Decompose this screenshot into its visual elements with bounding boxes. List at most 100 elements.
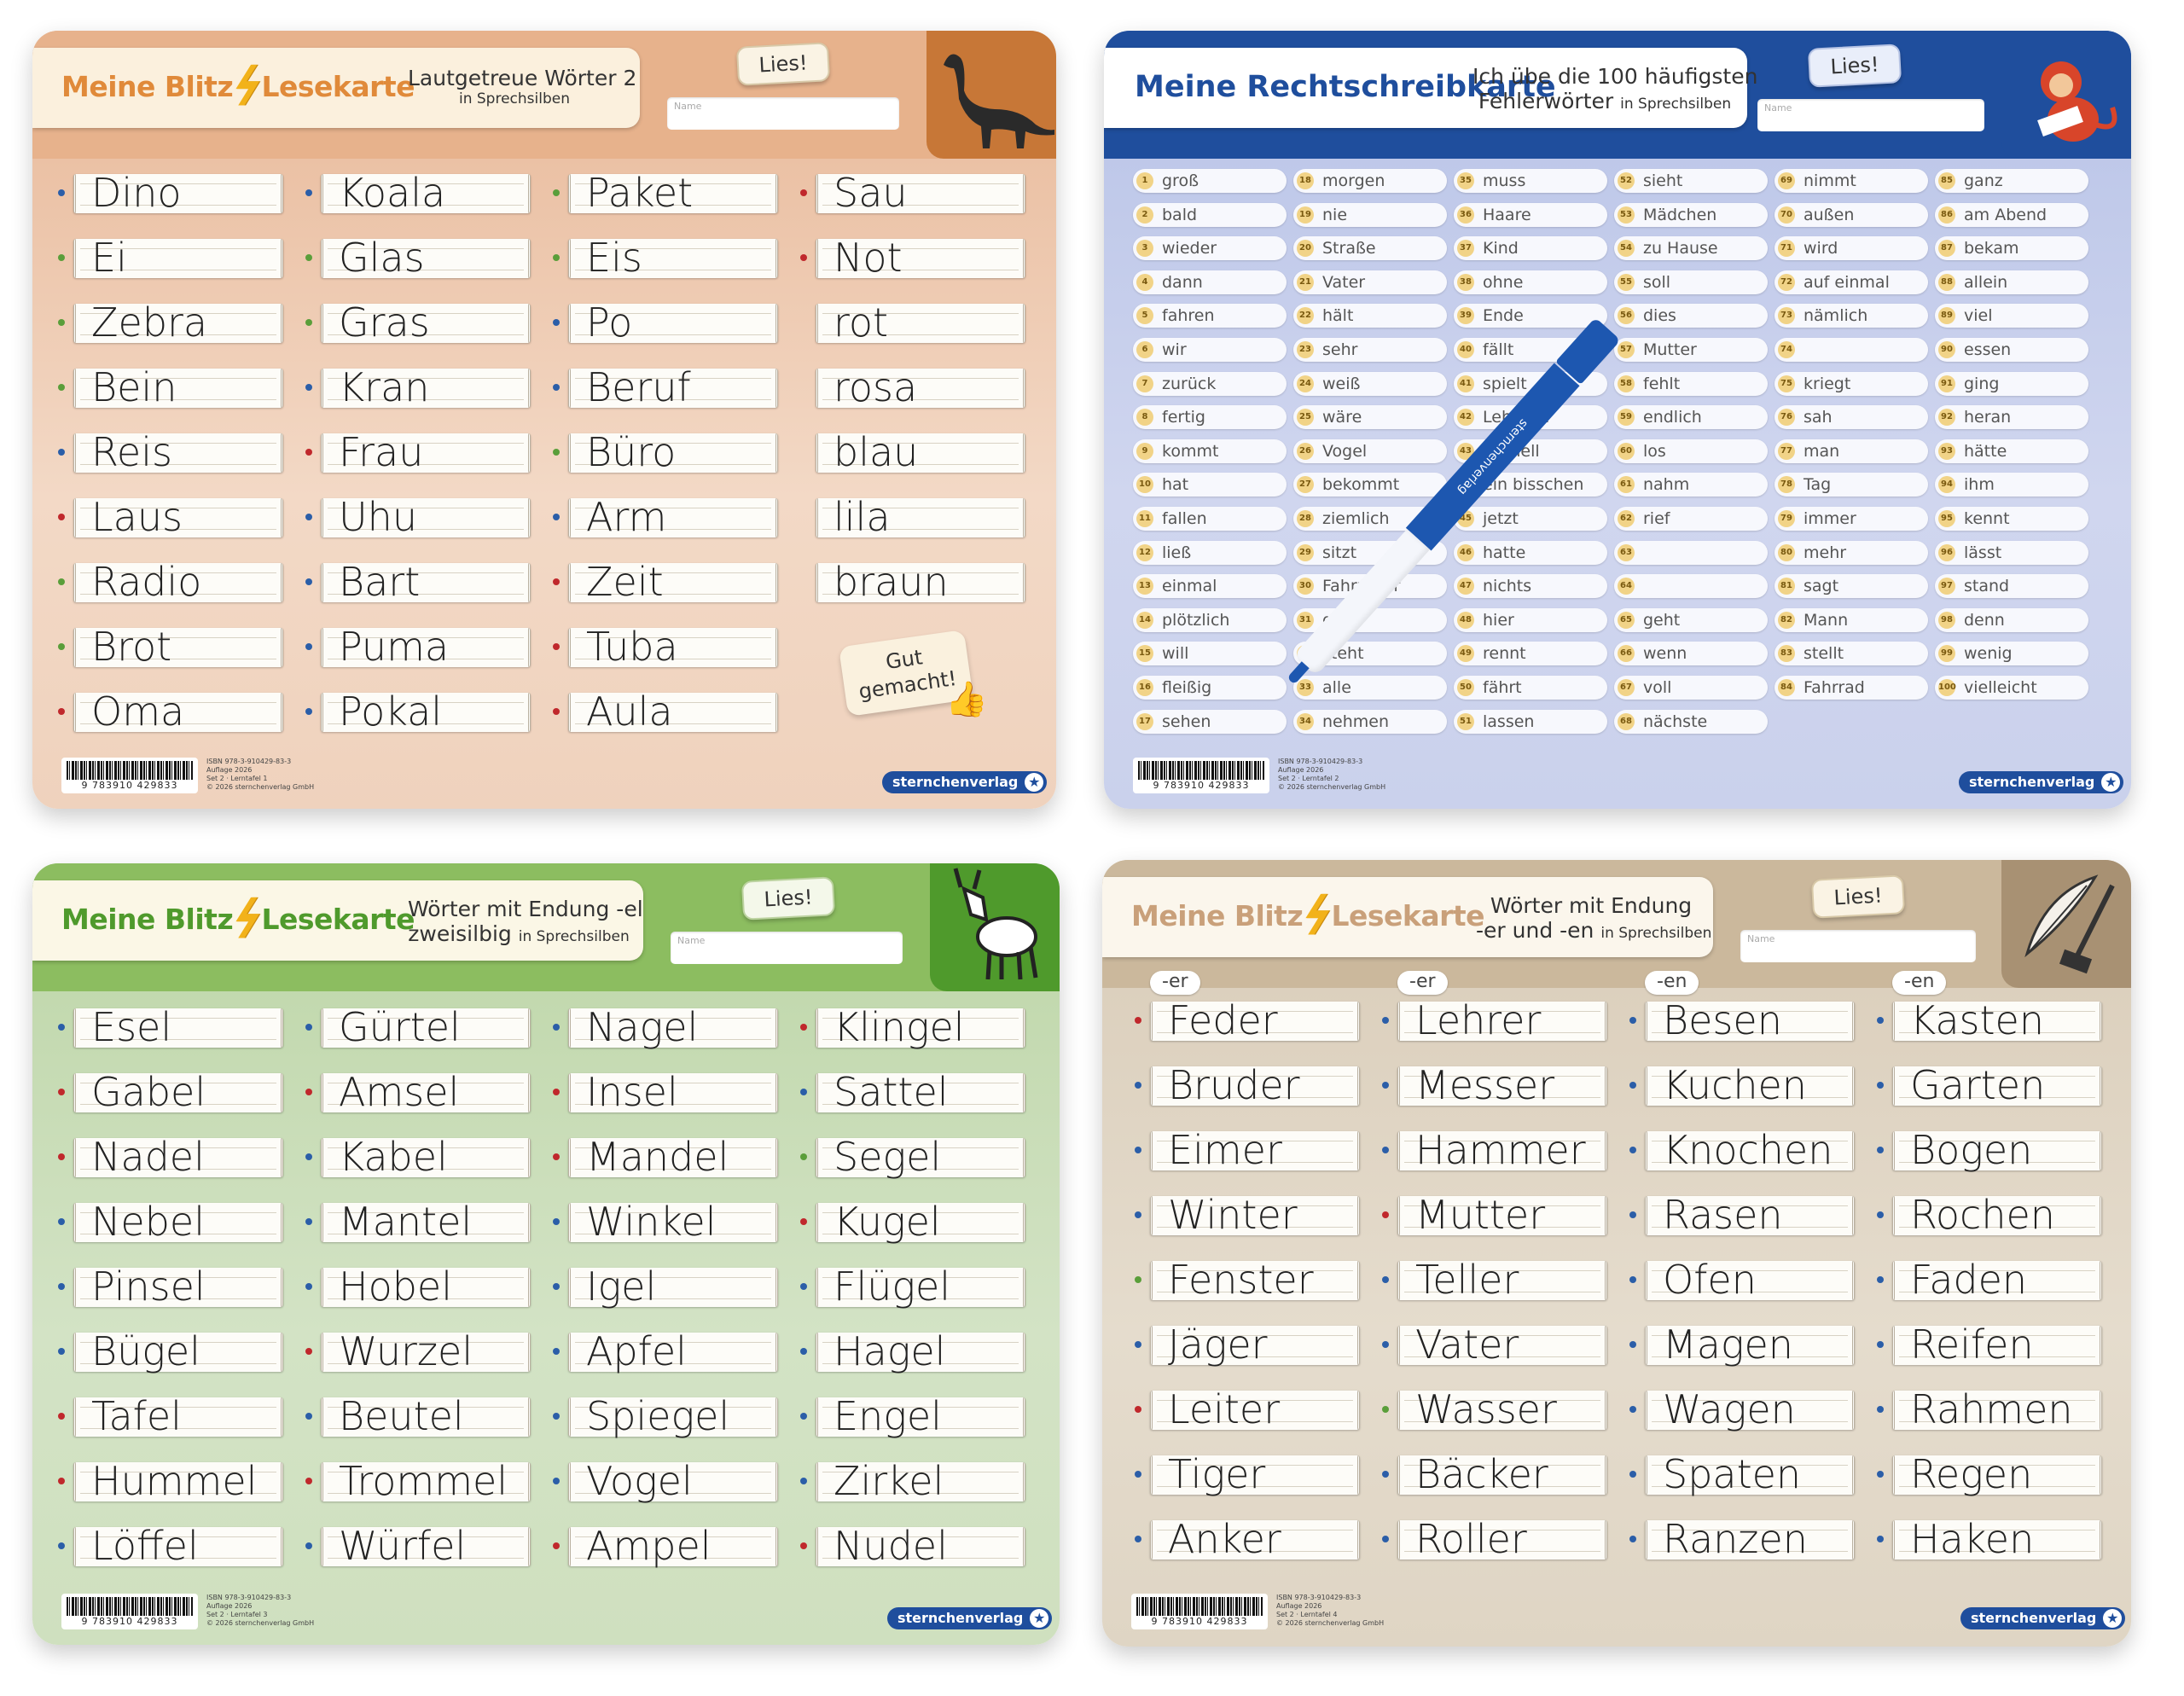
lesekarte-el-card: Meine BlitzϟLesekarte Wörter mit Endung …	[32, 863, 1060, 1645]
rechtschreib-word: 4 dann	[1133, 270, 1287, 294]
rechtschreib-word: 7 zurück	[1133, 371, 1287, 396]
rechtschreib-word: 33 alle	[1293, 676, 1447, 700]
word-strip: Arm	[568, 497, 778, 537]
word-number: 90	[1938, 341, 1955, 358]
rechtschreib-word: 90 essen	[1935, 338, 2088, 362]
isbn-line: © 2026 sternchenverlag GmbH	[206, 1619, 315, 1627]
word-strip: Spiegel	[568, 1397, 778, 1437]
word-number: 56	[1618, 307, 1635, 325]
lies-button[interactable]: Lies!	[735, 42, 831, 86]
word-number: 50	[1457, 679, 1474, 696]
lies-button[interactable]: Lies!	[1807, 44, 1902, 88]
lies-button[interactable]: Lies!	[741, 876, 836, 921]
word-strip: Nadel	[73, 1137, 283, 1177]
word-number: 1	[1136, 172, 1153, 189]
word-number: 87	[1938, 240, 1955, 258]
word-strip: Würfel	[321, 1526, 531, 1566]
rechtschreib-word: 92 heran	[1935, 405, 2088, 430]
word-strip: Besen	[1645, 1001, 1855, 1041]
word-number: 39	[1457, 307, 1474, 325]
word-strip: Dino	[73, 173, 283, 213]
word-strip: Flügel	[816, 1267, 1025, 1307]
word-number: 4	[1136, 273, 1153, 291]
word-number: 89	[1938, 307, 1955, 325]
vowel-dot	[800, 1478, 807, 1484]
word-number: 3	[1136, 240, 1153, 258]
sternchenverlag-logo: sternchenverlag ★	[887, 1607, 1053, 1629]
word-number: 12	[1136, 543, 1153, 561]
sternchenverlag-logo: sternchenverlag ★	[1959, 771, 2124, 793]
brand-title: Meine BlitzϟLesekarte	[61, 887, 415, 951]
rechtschreib-word: 53 Mädchen	[1614, 202, 1768, 227]
rechtschreib-word: 68 nächste	[1614, 709, 1768, 734]
rechtschreib-word: 18 morgen	[1293, 169, 1447, 193]
vowel-dot	[553, 1283, 560, 1290]
rechtschreib-word: 66 wenn	[1614, 642, 1768, 666]
vowel-dot	[1629, 1341, 1636, 1348]
rechtschreib-word: 49 rennt	[1454, 642, 1607, 666]
word-number: 59	[1618, 409, 1635, 427]
word-strip: Reis	[73, 433, 283, 473]
isbn-line: Set 2 · Lerntafel 1	[206, 775, 268, 782]
vowel-dot	[1629, 1147, 1636, 1153]
vowel-dot	[1382, 1471, 1389, 1478]
rechtschreib-word: 26 Vogel	[1293, 439, 1447, 463]
word-strip: Glas	[321, 238, 531, 278]
vowel-dot	[553, 643, 560, 650]
word-strip: Vater	[1397, 1325, 1607, 1365]
word-strip: rot	[816, 303, 1025, 343]
rechtschreib-word: 5 fahren	[1133, 304, 1287, 328]
card-subtitle: Wörter mit Endung -el zweisilbig in Spre…	[408, 897, 643, 946]
rechtschreib-word: 2 bald	[1133, 202, 1287, 227]
word-strip: Hummel	[73, 1461, 283, 1501]
monkey-icon	[2001, 31, 2131, 159]
isbn-line: ISBN 978-3-910429-83-3	[1278, 758, 1363, 765]
vowel-dot	[58, 1153, 65, 1160]
rechtschreib-word: 88 allein	[1935, 270, 2088, 294]
isbn-line: © 2026 sternchenverlag GmbH	[206, 783, 315, 791]
word-number: 88	[1938, 273, 1955, 291]
vowel-dot	[305, 1153, 312, 1160]
word-strip: Aula	[568, 692, 778, 732]
word-strip: Hammer	[1397, 1130, 1607, 1170]
word-number: 29	[1297, 543, 1314, 561]
card-subtitle: Wörter mit Endung -er und -en in Sprechs…	[1476, 893, 1712, 943]
word-strip: Ranzen	[1645, 1519, 1855, 1560]
name-field[interactable]: Name	[671, 932, 903, 964]
word-number: 61	[1618, 476, 1635, 494]
vowel-dot	[305, 1024, 312, 1031]
name-field[interactable]: Name	[667, 97, 899, 130]
vowel-dot	[553, 1413, 560, 1420]
word-number: 63	[1618, 543, 1635, 561]
star-icon: ★	[1030, 1609, 1049, 1628]
vowel-dot	[305, 319, 312, 326]
lies-button[interactable]: Lies!	[1810, 874, 1906, 919]
rechtschreib-word: 59 endlich	[1614, 405, 1768, 430]
rechtschreib-word: 15 will	[1133, 642, 1287, 666]
rechtschreib-word: 27 bekommt	[1293, 473, 1447, 497]
word-strip: Messer	[1397, 1066, 1607, 1106]
rechtschreib-word: 77 man	[1774, 439, 1928, 463]
word-strip: Gras	[321, 303, 531, 343]
isbn-line: Auflage 2026	[206, 766, 253, 774]
word-number: 70	[1778, 206, 1795, 224]
isbn-line: Auflage 2026	[1276, 1602, 1322, 1610]
vowel-dot	[58, 1478, 65, 1484]
word-strip: Insel	[568, 1072, 778, 1112]
rechtschreib-word: 48 hier	[1454, 607, 1607, 632]
isbn-line: ISBN 978-3-910429-83-3	[206, 758, 292, 765]
barcode: 9 783910 429833	[1133, 758, 1269, 793]
vowel-dot	[58, 1089, 65, 1095]
vowel-dot	[1135, 1211, 1141, 1218]
word-strip: Pinsel	[73, 1267, 283, 1307]
vowel-dot	[305, 1283, 312, 1290]
name-field[interactable]: Name	[1757, 99, 1984, 131]
rechtschreib-word: 17 sehen	[1133, 709, 1287, 734]
word-number: 30	[1297, 578, 1314, 595]
name-field[interactable]: Name	[1740, 930, 1976, 962]
word-strip: Amsel	[321, 1072, 531, 1112]
word-strip: Teller	[1397, 1260, 1607, 1300]
vowel-dot	[305, 254, 312, 261]
vowel-dot	[553, 708, 560, 715]
word-strip: Rahmen	[1892, 1390, 2102, 1430]
